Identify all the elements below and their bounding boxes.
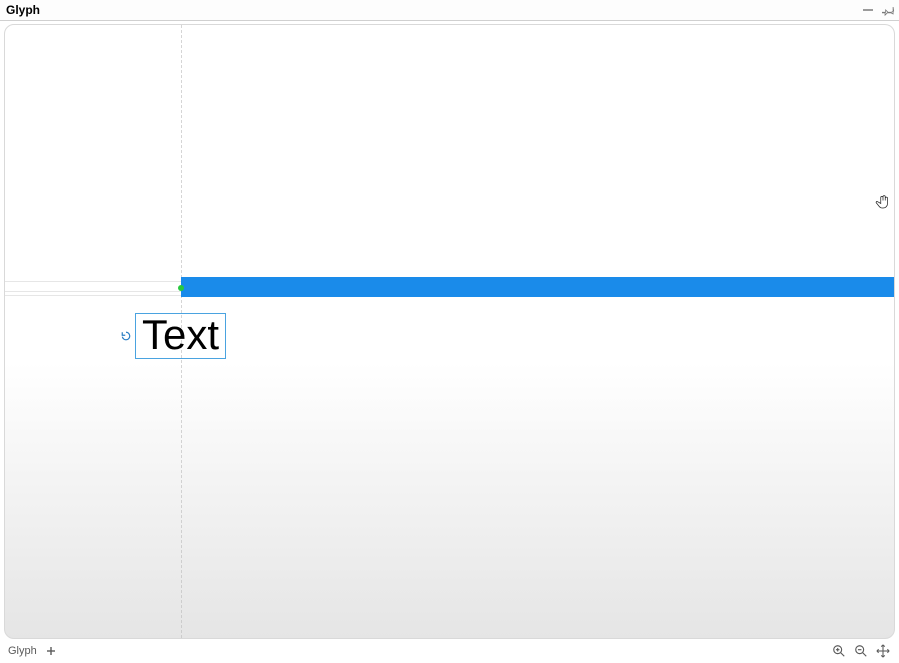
text-element-selection[interactable]: Text: [135, 313, 226, 359]
zoom-in-icon[interactable]: [831, 643, 847, 659]
panel-title: Glyph: [6, 3, 40, 17]
glyph-canvas[interactable]: Text: [4, 24, 895, 639]
pin-icon[interactable]: [881, 3, 895, 17]
rotate-handle-icon[interactable]: [120, 330, 132, 342]
tab-label[interactable]: Glyph: [8, 645, 37, 657]
zoom-out-icon[interactable]: [853, 643, 869, 659]
minimize-icon[interactable]: [861, 3, 875, 17]
text-element[interactable]: Text: [142, 311, 219, 358]
fit-view-icon[interactable]: [875, 643, 891, 659]
panel-header: Glyph: [0, 0, 899, 21]
status-bar: Glyph: [4, 641, 895, 661]
baseline-highlight: [181, 277, 894, 297]
hand-cursor-icon: [874, 193, 892, 211]
snap-indicator: [178, 285, 184, 291]
add-tab-icon[interactable]: [43, 643, 59, 659]
